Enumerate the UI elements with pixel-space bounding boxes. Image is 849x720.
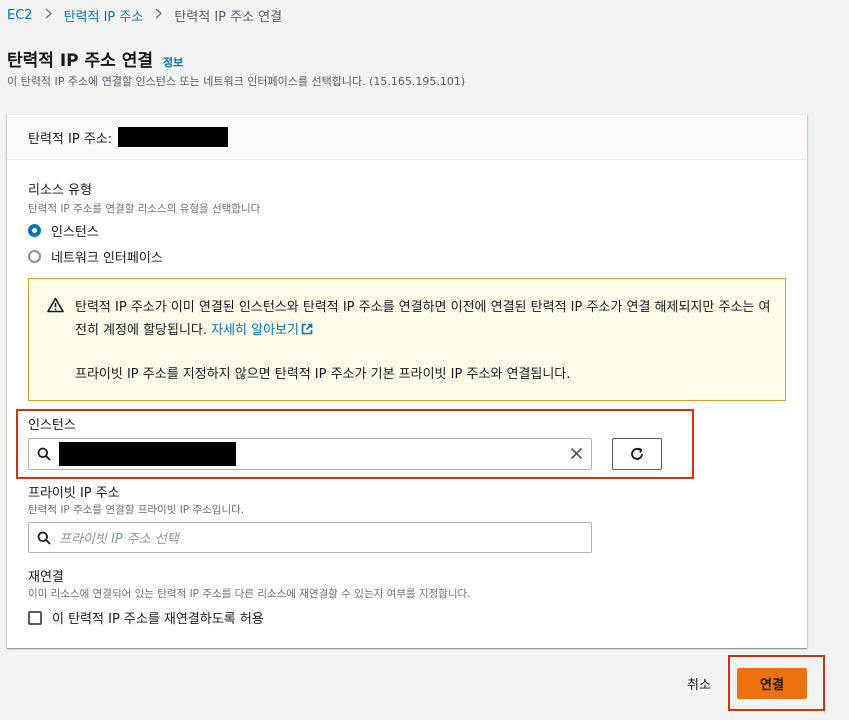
page-header: 탄력적 IP 주소 연결 정보 <box>7 46 183 71</box>
reassociate-checkbox-label: 이 탄력적 IP 주소를 재연결하도록 허용 <box>52 612 264 627</box>
page-title: 탄력적 IP 주소 연결 <box>7 51 154 71</box>
reassociate-label: 재연결 <box>28 570 64 585</box>
private-ip-description: 탄력적 IP 주소를 연결할 프라이빗 IP 주소입니다. <box>28 504 245 516</box>
associate-panel: 탄력적 IP 주소: 리소스 유형 탄력적 IP 주소를 연결할 리소스의 유형… <box>7 114 807 648</box>
private-ip-label: 프라이빗 IP 주소 <box>28 486 120 501</box>
refresh-icon <box>631 447 643 460</box>
radio-network-interface[interactable]: 네트워크 인터페이스 <box>28 247 163 266</box>
resource-type-description: 탄력적 IP 주소를 연결할 리소스의 유형을 선택합니다 <box>28 203 261 215</box>
breadcrumb: EC2 탄력적 IP 주소 탄력적 IP 주소 연결 <box>7 6 282 25</box>
radio-unchecked-icon[interactable] <box>28 250 41 263</box>
breadcrumb-current: 탄력적 IP 주소 연결 <box>174 10 283 25</box>
alert-message: 탄력적 IP 주소가 이미 연결된 인스턴스와 탄력적 IP 주소를 연결하면 … <box>75 300 771 338</box>
breadcrumb-ec2-link[interactable]: EC2 <box>7 8 33 23</box>
chevron-right-icon <box>45 8 52 23</box>
search-icon <box>29 531 59 545</box>
learn-more-link[interactable]: 자세히 알아보기 <box>211 323 313 338</box>
reassociate-description: 이미 리소스에 연결되어 있는 탄력적 IP 주소를 다른 리소스에 재연결할 … <box>28 588 471 600</box>
private-ip-placeholder: 프라이빗 IP 주소 선택 <box>59 532 179 547</box>
elastic-ip-label: 탄력적 IP 주소: <box>28 131 113 147</box>
radio-network-interface-label: 네트워크 인터페이스 <box>51 251 163 266</box>
radio-checked-icon[interactable] <box>28 224 41 237</box>
instance-search-input[interactable] <box>28 438 592 470</box>
alert-message-secondary: 프라이빗 IP 주소를 지정하지 않으면 탄력적 IP 주소가 기본 프라이빗 … <box>75 367 571 382</box>
warning-alert: 탄력적 IP 주소가 이미 연결된 인스턴스와 탄력적 IP 주소를 연결하면 … <box>28 278 786 401</box>
search-icon <box>29 447 59 461</box>
reassociate-checkbox-row[interactable]: 이 탄력적 IP 주소를 재연결하도록 허용 <box>28 608 264 627</box>
cancel-button[interactable]: 취소 <box>687 674 711 693</box>
panel-header: 탄력적 IP 주소: <box>7 115 807 160</box>
connect-button[interactable]: 연결 <box>737 668 807 699</box>
reassociate-checkbox[interactable] <box>28 610 42 625</box>
alert-text-block: 탄력적 IP 주소가 이미 연결된 인스턴스와 탄력적 IP 주소를 연결하면 … <box>75 296 775 342</box>
info-link[interactable]: 정보 <box>163 54 183 70</box>
clear-icon[interactable] <box>570 445 583 464</box>
learn-more-label: 자세히 알아보기 <box>211 323 299 338</box>
warning-icon <box>47 297 64 313</box>
resource-type-label: 리소스 유형 <box>28 183 92 198</box>
radio-instance-label: 인스턴스 <box>51 225 99 240</box>
private-ip-select[interactable]: 프라이빗 IP 주소 선택 <box>28 522 592 553</box>
breadcrumb-elastic-ip-link[interactable]: 탄력적 IP 주소 <box>64 6 144 25</box>
radio-instance[interactable]: 인스턴스 <box>28 221 99 240</box>
chevron-right-icon <box>155 8 163 23</box>
redacted-elastic-ip <box>118 127 229 147</box>
external-link-icon <box>301 323 313 335</box>
redacted-instance-id <box>59 442 236 466</box>
page-description: 이 탄력적 IP 주소에 연결할 인스턴스 또는 네트워크 인터페이스를 선택합… <box>7 75 466 88</box>
refresh-button[interactable] <box>612 438 662 470</box>
instance-label: 인스턴스 <box>28 418 76 433</box>
